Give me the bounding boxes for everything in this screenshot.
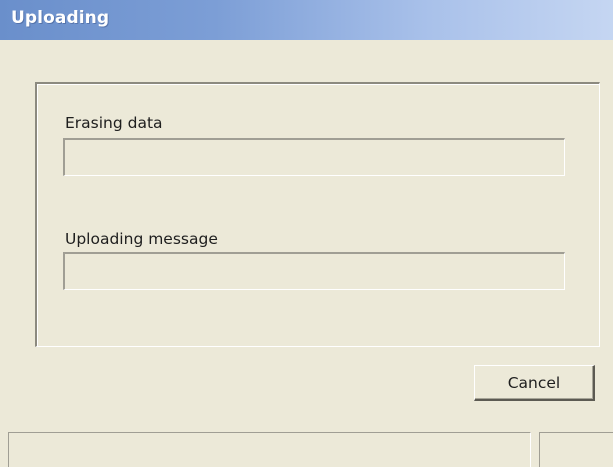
uploading-message-label: Uploading message — [65, 230, 218, 248]
upload-dialog: Uploading Erasing data Uploading message… — [0, 0, 613, 467]
status-pane-main — [8, 432, 531, 467]
erasing-progress-bar — [63, 138, 565, 176]
uploading-progress-bar — [63, 252, 565, 290]
title-bar[interactable]: Uploading — [0, 0, 613, 40]
window-title: Uploading — [11, 8, 110, 28]
status-bar — [0, 432, 613, 467]
status-pane-side — [539, 432, 613, 467]
erasing-data-label: Erasing data — [65, 114, 163, 132]
cancel-button[interactable]: Cancel — [474, 365, 595, 401]
